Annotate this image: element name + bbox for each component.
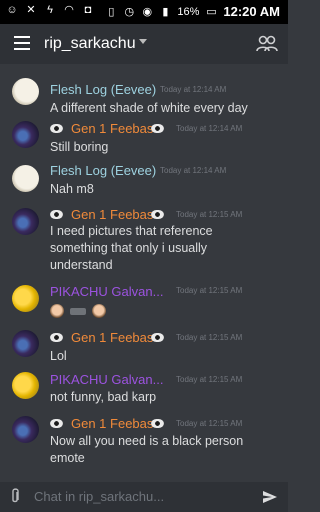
message-text: Now all you need is a black person emote (50, 433, 275, 467)
eye-emoji-icon (50, 333, 63, 342)
eye-emoji-icon (50, 210, 63, 219)
avatar[interactable] (12, 165, 39, 192)
chevron-down-icon[interactable] (139, 39, 147, 44)
face-emote-icon (50, 304, 64, 318)
face-notification-icon: ☺ (6, 4, 18, 16)
author-name[interactable]: Flesh Log (Eevee) (50, 163, 156, 178)
timestamp: Today at 12:14 AM (176, 124, 243, 133)
emote-row (50, 304, 106, 318)
wifi-icon: ◉ (142, 5, 153, 18)
message-list[interactable]: Flesh Log (Eevee) Today at 12:14 AM A di… (0, 64, 288, 482)
avatar[interactable] (12, 78, 39, 105)
close-notification-icon: ✕ (26, 4, 36, 16)
bolt-notification-icon: ϟ (47, 4, 53, 16)
author-name[interactable]: Gen 1 Feebas (71, 207, 153, 222)
author-name[interactable]: PIKACHU Galvan... (50, 284, 163, 299)
timestamp: Today at 12:15 AM (176, 333, 243, 342)
message-text: Lol (50, 349, 67, 363)
message-line: understand (50, 258, 113, 272)
message-line: something that only i usually (50, 241, 208, 255)
timestamp: Today at 12:15 AM (176, 375, 243, 384)
avatar[interactable] (12, 121, 39, 148)
status-right-icons: ▯ ◷ ◉ ▮ 16% ▭ 12:20 AM (105, 4, 280, 19)
wifi-notification-icon: ◠ (64, 4, 74, 16)
members-icon[interactable] (256, 34, 278, 54)
send-icon[interactable] (262, 489, 278, 505)
timestamp: Today at 12:15 AM (176, 286, 243, 295)
timestamp: Today at 12:14 AM (160, 85, 227, 94)
avatar[interactable] (12, 372, 39, 399)
face-emote-icon (92, 304, 106, 318)
eye-emoji-icon (151, 333, 164, 342)
timestamp: Today at 12:15 AM (176, 210, 243, 219)
avatar[interactable] (12, 208, 39, 235)
attach-icon[interactable] (10, 487, 20, 505)
battery-icon: ▭ (206, 5, 217, 18)
chat-input[interactable]: Chat in rip_sarkachu... (34, 489, 164, 504)
message-text: Nah m8 (50, 182, 94, 196)
message-text: not funny, bad karp (50, 390, 157, 404)
signal-icon: ▮ (162, 5, 169, 18)
chat-notification-icon: ◘ (84, 4, 92, 16)
clock: 12:20 AM (223, 4, 280, 19)
battery-percent: 16% (177, 5, 200, 18)
timestamp: Today at 12:15 AM (176, 419, 243, 428)
status-left-icons: ☺ ✕ ϟ ◠ ◘ (6, 4, 94, 16)
author-name[interactable]: Gen 1 Feebas (71, 330, 153, 345)
app-bar: rip_sarkachu (0, 24, 288, 64)
alarm-icon: ◷ (124, 5, 135, 18)
avatar[interactable] (12, 330, 39, 357)
channel-name[interactable]: rip_sarkachu (44, 35, 136, 53)
status-bar: ☺ ✕ ϟ ◠ ◘ ▯ ◷ ◉ ▮ 16% ▭ 12:20 AM (0, 0, 288, 24)
author-name[interactable]: Gen 1 Feebas (71, 416, 153, 431)
message-text: I need pictures that reference something… (50, 223, 275, 274)
author-name[interactable]: Gen 1 Feebas (71, 121, 153, 136)
message-line: Now all you need is a black person (50, 434, 244, 448)
message-line: I need pictures that reference (50, 224, 213, 238)
avatar[interactable] (12, 416, 39, 443)
chat-input-bar: Chat in rip_sarkachu... (0, 482, 288, 512)
timestamp: Today at 12:14 AM (160, 166, 227, 175)
menu-icon[interactable] (14, 36, 30, 50)
eye-emoji-icon (50, 124, 63, 133)
message-line: emote (50, 451, 85, 465)
avatar[interactable] (12, 285, 39, 312)
eye-emoji-icon (50, 419, 63, 428)
eye-emoji-icon (151, 419, 164, 428)
gun-emote-icon (70, 307, 86, 315)
eye-emoji-icon (151, 124, 164, 133)
author-name[interactable]: PIKACHU Galvan... (50, 372, 163, 387)
message-text: A different shade of white every day (50, 101, 248, 115)
message-text: Still boring (50, 140, 109, 154)
eye-emoji-icon (151, 210, 164, 219)
author-name[interactable]: Flesh Log (Eevee) (50, 82, 156, 97)
vibrate-icon: ▯ (108, 5, 115, 18)
